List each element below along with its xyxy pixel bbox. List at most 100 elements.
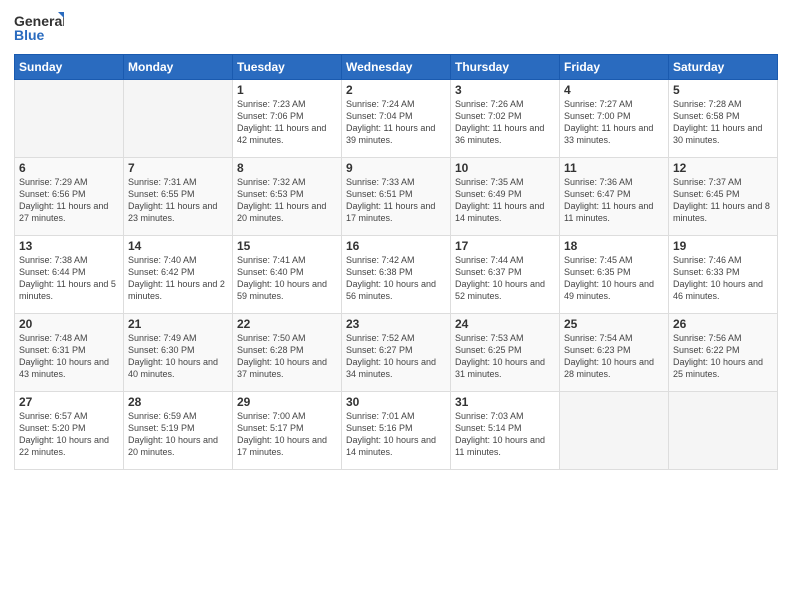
day-number: 4 [564, 83, 664, 97]
calendar-cell: 31Sunrise: 7:03 AM Sunset: 5:14 PM Dayli… [451, 392, 560, 470]
day-number: 20 [19, 317, 119, 331]
day-info: Sunrise: 7:46 AM Sunset: 6:33 PM Dayligh… [673, 254, 773, 303]
day-number: 12 [673, 161, 773, 175]
calendar-cell [560, 392, 669, 470]
day-info: Sunrise: 7:40 AM Sunset: 6:42 PM Dayligh… [128, 254, 228, 303]
day-number: 9 [346, 161, 446, 175]
day-info: Sunrise: 7:24 AM Sunset: 7:04 PM Dayligh… [346, 98, 446, 147]
day-number: 14 [128, 239, 228, 253]
day-info: Sunrise: 6:57 AM Sunset: 5:20 PM Dayligh… [19, 410, 119, 459]
day-number: 13 [19, 239, 119, 253]
calendar-cell: 5Sunrise: 7:28 AM Sunset: 6:58 PM Daylig… [669, 80, 778, 158]
day-info: Sunrise: 7:44 AM Sunset: 6:37 PM Dayligh… [455, 254, 555, 303]
calendar-cell: 7Sunrise: 7:31 AM Sunset: 6:55 PM Daylig… [124, 158, 233, 236]
day-info: Sunrise: 7:41 AM Sunset: 6:40 PM Dayligh… [237, 254, 337, 303]
weekday-header: Thursday [451, 55, 560, 80]
day-number: 1 [237, 83, 337, 97]
logo-svg: General Blue [14, 10, 64, 46]
day-number: 28 [128, 395, 228, 409]
day-number: 29 [237, 395, 337, 409]
calendar-cell: 27Sunrise: 6:57 AM Sunset: 5:20 PM Dayli… [15, 392, 124, 470]
day-number: 25 [564, 317, 664, 331]
calendar-cell: 8Sunrise: 7:32 AM Sunset: 6:53 PM Daylig… [233, 158, 342, 236]
day-info: Sunrise: 7:49 AM Sunset: 6:30 PM Dayligh… [128, 332, 228, 381]
calendar-cell [15, 80, 124, 158]
day-info: Sunrise: 7:27 AM Sunset: 7:00 PM Dayligh… [564, 98, 664, 147]
day-number: 31 [455, 395, 555, 409]
calendar-cell: 25Sunrise: 7:54 AM Sunset: 6:23 PM Dayli… [560, 314, 669, 392]
calendar-cell: 1Sunrise: 7:23 AM Sunset: 7:06 PM Daylig… [233, 80, 342, 158]
calendar-cell: 29Sunrise: 7:00 AM Sunset: 5:17 PM Dayli… [233, 392, 342, 470]
day-info: Sunrise: 7:36 AM Sunset: 6:47 PM Dayligh… [564, 176, 664, 225]
calendar-cell: 26Sunrise: 7:56 AM Sunset: 6:22 PM Dayli… [669, 314, 778, 392]
day-info: Sunrise: 7:37 AM Sunset: 6:45 PM Dayligh… [673, 176, 773, 225]
calendar-cell: 11Sunrise: 7:36 AM Sunset: 6:47 PM Dayli… [560, 158, 669, 236]
day-number: 18 [564, 239, 664, 253]
calendar-cell: 30Sunrise: 7:01 AM Sunset: 5:16 PM Dayli… [342, 392, 451, 470]
calendar-cell: 9Sunrise: 7:33 AM Sunset: 6:51 PM Daylig… [342, 158, 451, 236]
day-info: Sunrise: 7:00 AM Sunset: 5:17 PM Dayligh… [237, 410, 337, 459]
calendar-cell: 17Sunrise: 7:44 AM Sunset: 6:37 PM Dayli… [451, 236, 560, 314]
day-info: Sunrise: 7:03 AM Sunset: 5:14 PM Dayligh… [455, 410, 555, 459]
day-info: Sunrise: 7:35 AM Sunset: 6:49 PM Dayligh… [455, 176, 555, 225]
day-number: 11 [564, 161, 664, 175]
weekday-header: Saturday [669, 55, 778, 80]
calendar-cell: 10Sunrise: 7:35 AM Sunset: 6:49 PM Dayli… [451, 158, 560, 236]
calendar-cell: 20Sunrise: 7:48 AM Sunset: 6:31 PM Dayli… [15, 314, 124, 392]
day-info: Sunrise: 7:23 AM Sunset: 7:06 PM Dayligh… [237, 98, 337, 147]
day-info: Sunrise: 7:50 AM Sunset: 6:28 PM Dayligh… [237, 332, 337, 381]
day-number: 17 [455, 239, 555, 253]
calendar-cell: 12Sunrise: 7:37 AM Sunset: 6:45 PM Dayli… [669, 158, 778, 236]
weekday-header: Friday [560, 55, 669, 80]
calendar-table: SundayMondayTuesdayWednesdayThursdayFrid… [14, 54, 778, 470]
calendar-cell: 22Sunrise: 7:50 AM Sunset: 6:28 PM Dayli… [233, 314, 342, 392]
weekday-header: Wednesday [342, 55, 451, 80]
day-number: 22 [237, 317, 337, 331]
calendar-cell: 24Sunrise: 7:53 AM Sunset: 6:25 PM Dayli… [451, 314, 560, 392]
day-info: Sunrise: 7:01 AM Sunset: 5:16 PM Dayligh… [346, 410, 446, 459]
day-number: 23 [346, 317, 446, 331]
day-number: 10 [455, 161, 555, 175]
svg-text:Blue: Blue [14, 27, 45, 43]
header: General Blue [14, 10, 778, 46]
calendar-cell: 13Sunrise: 7:38 AM Sunset: 6:44 PM Dayli… [15, 236, 124, 314]
weekday-header: Monday [124, 55, 233, 80]
calendar-cell: 28Sunrise: 6:59 AM Sunset: 5:19 PM Dayli… [124, 392, 233, 470]
calendar-cell: 21Sunrise: 7:49 AM Sunset: 6:30 PM Dayli… [124, 314, 233, 392]
day-number: 7 [128, 161, 228, 175]
day-info: Sunrise: 7:38 AM Sunset: 6:44 PM Dayligh… [19, 254, 119, 303]
weekday-header: Sunday [15, 55, 124, 80]
calendar-cell: 23Sunrise: 7:52 AM Sunset: 6:27 PM Dayli… [342, 314, 451, 392]
calendar-cell: 14Sunrise: 7:40 AM Sunset: 6:42 PM Dayli… [124, 236, 233, 314]
logo: General Blue [14, 10, 64, 46]
day-info: Sunrise: 7:32 AM Sunset: 6:53 PM Dayligh… [237, 176, 337, 225]
calendar-cell: 18Sunrise: 7:45 AM Sunset: 6:35 PM Dayli… [560, 236, 669, 314]
calendar-cell: 16Sunrise: 7:42 AM Sunset: 6:38 PM Dayli… [342, 236, 451, 314]
day-info: Sunrise: 6:59 AM Sunset: 5:19 PM Dayligh… [128, 410, 228, 459]
calendar-cell: 3Sunrise: 7:26 AM Sunset: 7:02 PM Daylig… [451, 80, 560, 158]
day-info: Sunrise: 7:29 AM Sunset: 6:56 PM Dayligh… [19, 176, 119, 225]
calendar-cell: 4Sunrise: 7:27 AM Sunset: 7:00 PM Daylig… [560, 80, 669, 158]
day-info: Sunrise: 7:31 AM Sunset: 6:55 PM Dayligh… [128, 176, 228, 225]
day-info: Sunrise: 7:53 AM Sunset: 6:25 PM Dayligh… [455, 332, 555, 381]
main-container: General Blue SundayMondayTuesdayWednesda… [0, 0, 792, 478]
day-number: 16 [346, 239, 446, 253]
day-number: 15 [237, 239, 337, 253]
calendar-cell: 6Sunrise: 7:29 AM Sunset: 6:56 PM Daylig… [15, 158, 124, 236]
day-number: 26 [673, 317, 773, 331]
day-info: Sunrise: 7:56 AM Sunset: 6:22 PM Dayligh… [673, 332, 773, 381]
day-info: Sunrise: 7:28 AM Sunset: 6:58 PM Dayligh… [673, 98, 773, 147]
day-number: 30 [346, 395, 446, 409]
day-number: 2 [346, 83, 446, 97]
day-info: Sunrise: 7:54 AM Sunset: 6:23 PM Dayligh… [564, 332, 664, 381]
day-number: 6 [19, 161, 119, 175]
day-info: Sunrise: 7:48 AM Sunset: 6:31 PM Dayligh… [19, 332, 119, 381]
day-info: Sunrise: 7:26 AM Sunset: 7:02 PM Dayligh… [455, 98, 555, 147]
calendar-cell: 2Sunrise: 7:24 AM Sunset: 7:04 PM Daylig… [342, 80, 451, 158]
day-info: Sunrise: 7:42 AM Sunset: 6:38 PM Dayligh… [346, 254, 446, 303]
weekday-header: Tuesday [233, 55, 342, 80]
day-info: Sunrise: 7:52 AM Sunset: 6:27 PM Dayligh… [346, 332, 446, 381]
day-info: Sunrise: 7:33 AM Sunset: 6:51 PM Dayligh… [346, 176, 446, 225]
day-number: 3 [455, 83, 555, 97]
day-number: 24 [455, 317, 555, 331]
